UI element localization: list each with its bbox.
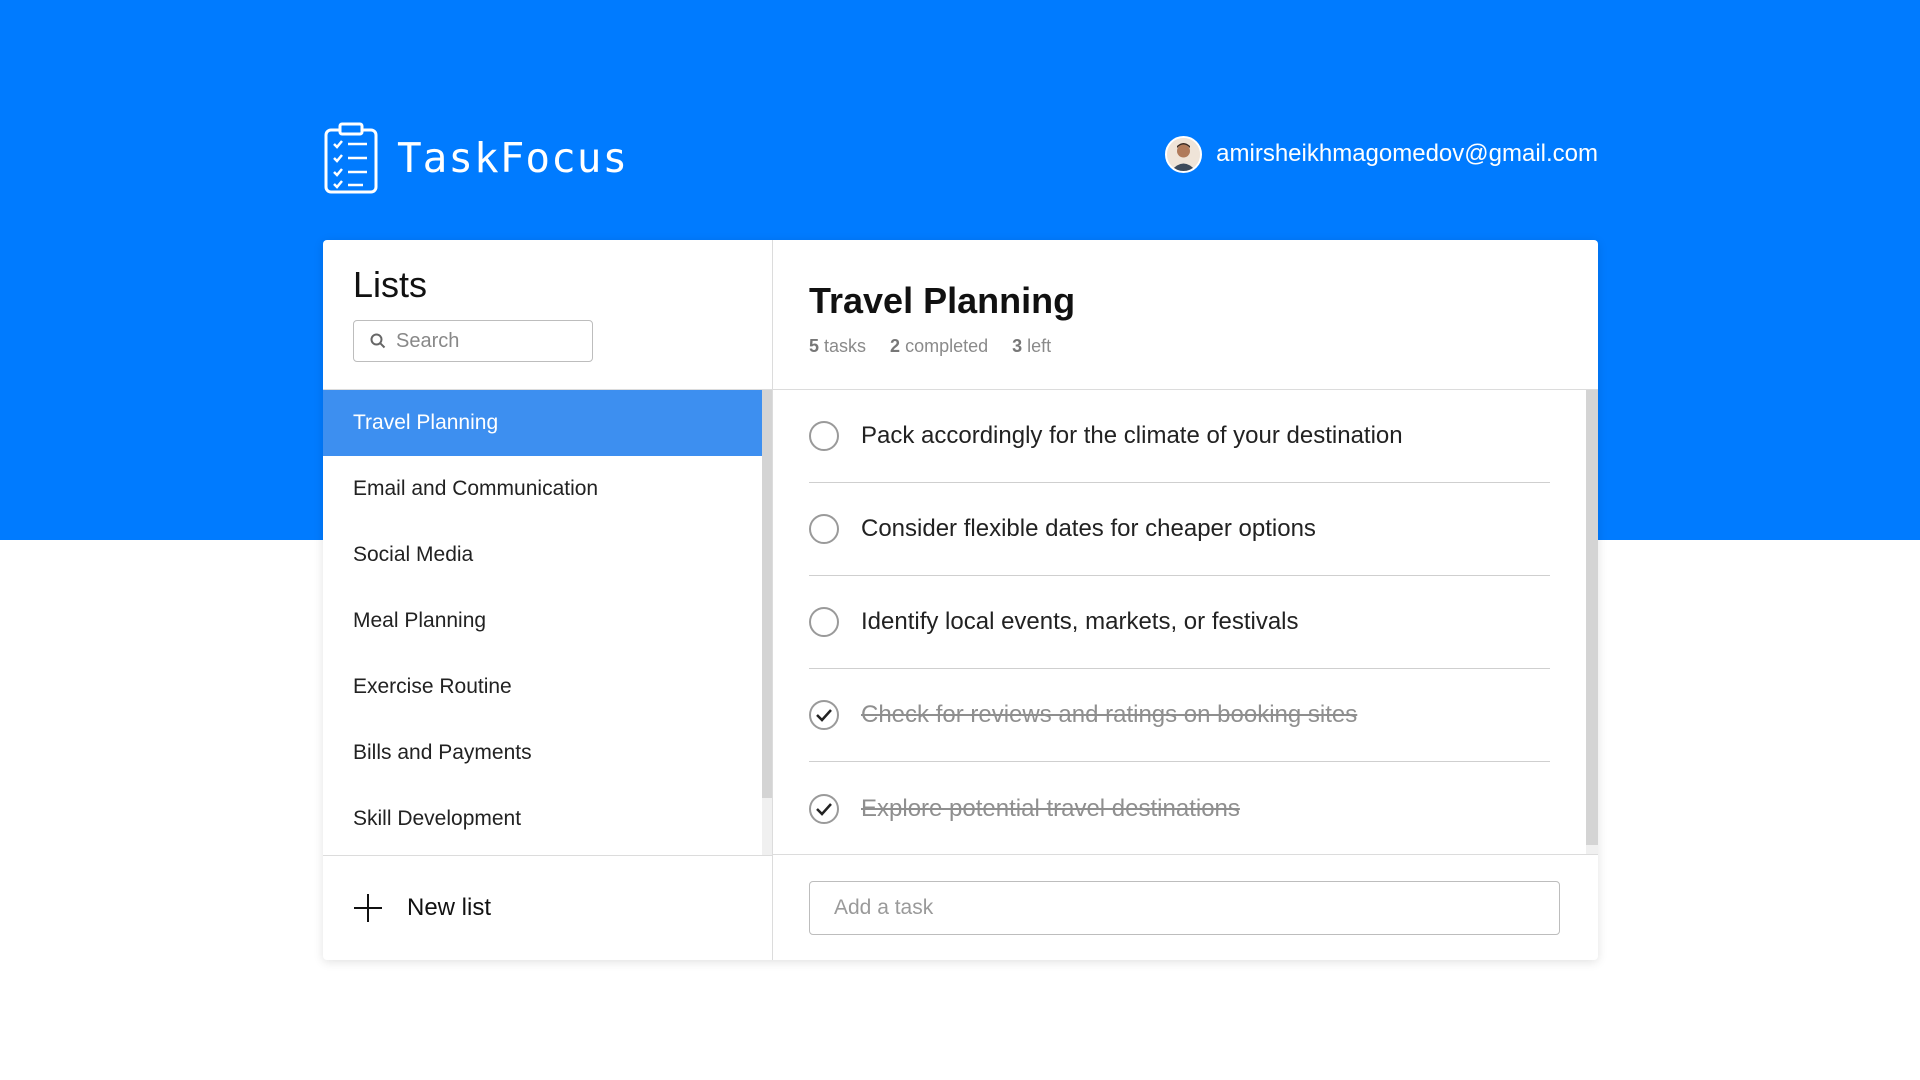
sidebar-item-travel-planning[interactable]: Travel Planning (323, 390, 762, 456)
task-text[interactable]: Identify local events, markets, or festi… (861, 608, 1299, 636)
completed-label: completed (905, 336, 989, 356)
checkmark-icon (816, 709, 832, 722)
task-text[interactable]: Explore potential travel destinations (861, 795, 1240, 823)
stat-tasks: 5 tasks (809, 336, 866, 357)
task-panel-header: Travel Planning 5 tasks 2 completed 3 le… (773, 240, 1598, 390)
user-account[interactable]: amirsheikhmagomedov@gmail.com (1165, 135, 1598, 173)
task-checkbox[interactable] (809, 421, 839, 451)
plus-icon (354, 894, 382, 922)
sidebar-item-email-and-communication[interactable]: Email and Communication (323, 456, 762, 522)
add-task-row (773, 855, 1598, 960)
add-task-input[interactable] (809, 880, 1560, 935)
app-header: TaskFocus amirsheikhmagomedov@gmail.com (323, 118, 1598, 198)
left-count: 3 (1012, 336, 1023, 356)
sidebar-title: Lists (353, 264, 428, 305)
lists-sidebar: Lists Travel Planning Email and Communic… (323, 240, 773, 960)
new-list-label: New list (407, 894, 492, 921)
tasks-count: 5 (809, 336, 820, 356)
checkmark-icon (816, 802, 832, 816)
search-input[interactable] (396, 329, 586, 353)
app-card: Lists Travel Planning Email and Communic… (323, 240, 1598, 960)
task-text[interactable]: Consider flexible dates for cheaper opti… (861, 515, 1316, 543)
sidebar-item-social-media[interactable]: Social Media (323, 522, 762, 588)
task-checkbox[interactable] (809, 514, 839, 544)
sidebar-item-bills-and-payments[interactable]: Bills and Payments (323, 720, 762, 786)
brand: TaskFocus (323, 121, 628, 195)
stat-completed: 2 completed (890, 336, 988, 357)
completed-count: 2 (890, 336, 901, 356)
lists-container: Travel Planning Email and Communication … (323, 390, 772, 855)
task-panel: Travel Planning 5 tasks 2 completed 3 le… (773, 240, 1598, 960)
tasks-scrollbar-thumb[interactable] (1586, 390, 1598, 845)
user-avatar-icon (1167, 137, 1201, 171)
left-label: left (1027, 336, 1052, 356)
tasks-label: tasks (824, 336, 867, 356)
tasks-container: Pack accordingly for the climate of your… (773, 390, 1598, 855)
new-list-button[interactable]: New list (323, 855, 772, 960)
search-box[interactable] (353, 320, 593, 362)
task-checkbox-checked[interactable] (809, 793, 839, 824)
task-text[interactable]: Check for reviews and ratings on booking… (861, 701, 1357, 729)
task-list: Pack accordingly for the climate of your… (773, 390, 1598, 854)
task-item: Consider flexible dates for cheaper opti… (809, 483, 1550, 576)
list-title: Travel Planning (809, 280, 1076, 321)
avatar[interactable] (1165, 135, 1203, 173)
lists-scrollbar-thumb[interactable] (762, 390, 772, 798)
task-item: Explore potential travel destinations (809, 762, 1550, 854)
sidebar-item-skill-development[interactable]: Skill Development (323, 786, 762, 852)
app-name: TaskFocus (397, 134, 629, 182)
task-stats: 5 tasks 2 completed 3 left (809, 336, 1562, 357)
task-text[interactable]: Pack accordingly for the climate of your… (861, 422, 1403, 450)
search-icon (370, 333, 386, 349)
task-item: Pack accordingly for the climate of your… (809, 390, 1550, 483)
task-item: Identify local events, markets, or festi… (809, 576, 1550, 669)
sidebar-item-exercise-routine[interactable]: Exercise Routine (323, 654, 762, 720)
task-item: Check for reviews and ratings on booking… (809, 669, 1550, 762)
user-email: amirsheikhmagomedov@gmail.com (1216, 140, 1598, 167)
stat-left: 3 left (1012, 336, 1051, 357)
sidebar-header: Lists (323, 240, 772, 390)
sidebar-item-meal-planning[interactable]: Meal Planning (323, 588, 762, 654)
clipboard-checklist-icon (324, 122, 378, 194)
task-checkbox[interactable] (809, 607, 839, 637)
task-checkbox-checked[interactable] (809, 700, 839, 730)
